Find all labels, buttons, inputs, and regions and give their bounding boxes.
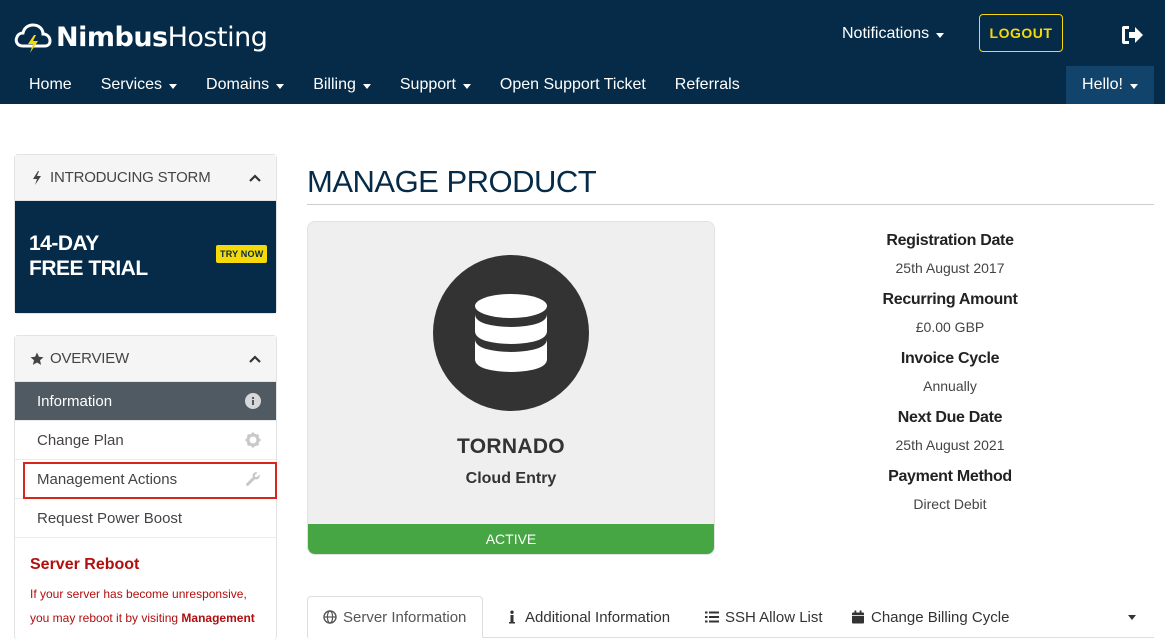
star-icon: [30, 352, 44, 365]
tabs-more-dropdown-icon[interactable]: [1128, 615, 1136, 620]
sidebar-item-label: Request Power Boost: [37, 509, 183, 527]
promo-line-2: FREE TRIAL: [29, 257, 148, 280]
info-icon: [509, 610, 515, 624]
notifications-label: Notifications: [842, 25, 930, 42]
try-now-button[interactable]: TRY NOW: [216, 245, 268, 263]
main-nav: Home Services Domains Billing Support Op…: [0, 66, 740, 104]
cloud-lightning-icon: [14, 23, 52, 53]
tab-server-information[interactable]: Server Information: [307, 596, 483, 638]
nav-support[interactable]: Support: [400, 76, 471, 94]
nav-services-label: Services: [100, 76, 163, 93]
wrench-icon: [246, 472, 260, 486]
caret-down-icon: [169, 83, 178, 89]
product-card: TORNADO Cloud Entry ACTIVE: [307, 221, 715, 555]
account-dropdown[interactable]: Hello!: [1066, 66, 1154, 104]
nav-open-ticket-label: Open Support Ticket: [499, 76, 646, 93]
caret-down-icon: [936, 32, 945, 38]
reboot-text-line-1: If your server has become unresponsive,: [30, 587, 247, 601]
nav-referrals[interactable]: Referrals: [675, 76, 740, 94]
product-name: TORNADO: [457, 435, 565, 458]
nav-billing-label: Billing: [313, 76, 356, 93]
nav-home[interactable]: Home: [29, 76, 72, 94]
sidebar-item-information[interactable]: Information: [15, 382, 276, 421]
tab-label: Server Information: [343, 608, 467, 626]
detail-value: Annually: [923, 378, 977, 394]
sidebar-item-label: Information: [37, 392, 113, 410]
title-divider: [307, 204, 1154, 205]
nav-support-label: Support: [399, 76, 456, 93]
sign-out-icon[interactable]: [1120, 24, 1144, 46]
promo-panel: Introducing Storm 14-DAY FREE TRIAL TRY …: [14, 154, 277, 314]
detail-label: Next Due Date: [897, 409, 1003, 426]
sidebar-item-change-plan[interactable]: Change Plan: [15, 421, 276, 460]
list-icon: [705, 611, 719, 623]
caret-down-icon: [462, 83, 471, 89]
nav-home-label: Home: [29, 76, 72, 93]
management-link[interactable]: Management: [181, 611, 254, 625]
caret-down-icon: [1129, 83, 1138, 89]
info-circle-icon: [245, 393, 261, 409]
promo-panel-header[interactable]: Introducing Storm: [15, 155, 276, 201]
promo-panel-title: Introducing Storm: [50, 169, 211, 186]
reboot-text-part: you may reboot it by visiting: [30, 611, 179, 625]
notifications-dropdown[interactable]: Notifications: [842, 22, 945, 46]
detail-value: Direct Debit: [913, 496, 987, 512]
page-title: MANAGE PRODUCT: [307, 164, 597, 199]
promo-title: 14-DAY FREE TRIAL: [29, 231, 148, 281]
database-icon: [475, 294, 547, 372]
detail-value: 25th August 2017: [895, 260, 1005, 276]
tab-label: Additional Information: [525, 608, 671, 626]
chevron-up-icon: [249, 354, 261, 363]
product-tabs: Server Information Additional Informatio…: [307, 596, 1154, 638]
logo-text: NimbusHosting: [56, 21, 268, 53]
caret-down-icon: [362, 83, 371, 89]
detail-value: £0.00 GBP: [915, 319, 985, 335]
overview-panel-header[interactable]: Overview: [15, 336, 276, 382]
tab-label: SSH Allow List: [725, 608, 823, 626]
nav-services[interactable]: Services: [100, 76, 178, 94]
sidebar-item-management-actions[interactable]: Management Actions: [15, 460, 277, 499]
globe-icon: [323, 610, 337, 624]
server-reboot-title: Server Reboot: [30, 556, 140, 573]
sidebar-item-request-power-boost[interactable]: Request Power Boost: [15, 499, 276, 538]
reboot-text-line-2: you may reboot it by visiting Management: [30, 606, 261, 630]
top-navbar: NimbusHosting Notifications LOGOUT Home …: [0, 0, 1165, 104]
overview-panel-title: Overview: [50, 350, 129, 367]
detail-value: 25th August 2021: [895, 437, 1005, 453]
caret-down-icon: [276, 83, 285, 89]
overview-panel: Overview Information Change Plan Managem…: [14, 335, 277, 640]
product-details: Registration Date 25th August 2017 Recur…: [850, 232, 1050, 527]
tab-additional-information[interactable]: Additional Information: [505, 596, 670, 638]
gear-icon: [245, 432, 261, 448]
detail-label: Invoice Cycle: [900, 350, 1000, 367]
nav-billing[interactable]: Billing: [313, 76, 371, 94]
nav-domains-label: Domains: [206, 76, 270, 93]
nav-domains[interactable]: Domains: [206, 76, 285, 94]
detail-label: Recurring Amount: [882, 291, 1018, 308]
server-reboot-text: If your server has become unresponsive, …: [15, 574, 276, 630]
nav-referrals-label: Referrals: [674, 76, 740, 93]
calendar-icon: [852, 610, 864, 624]
tab-label: Change Billing Cycle: [871, 608, 1010, 626]
product-plan: Cloud Entry: [465, 470, 557, 487]
account-label: Hello!: [1082, 76, 1123, 93]
bolt-icon: [33, 170, 41, 185]
logout-button[interactable]: LOGOUT: [979, 14, 1063, 52]
sidebar-item-label: Management Actions: [37, 470, 178, 488]
promo-banner[interactable]: 14-DAY FREE TRIAL TRY NOW: [15, 201, 276, 313]
chevron-up-icon: [249, 173, 261, 182]
sidebar-item-label: Change Plan: [37, 431, 124, 449]
nav-open-ticket[interactable]: Open Support Ticket: [500, 76, 646, 94]
detail-label: Payment Method: [888, 468, 1012, 485]
status-badge: ACTIVE: [308, 524, 714, 554]
detail-label: Registration Date: [886, 232, 1014, 249]
promo-line-1: 14-DAY: [29, 232, 99, 255]
tab-change-billing-cycle[interactable]: Change Billing Cycle: [851, 596, 1009, 638]
product-icon-circle: [433, 255, 589, 411]
tab-ssh-allow-list[interactable]: SSH Allow List: [705, 596, 823, 638]
logo[interactable]: NimbusHosting: [14, 18, 268, 56]
